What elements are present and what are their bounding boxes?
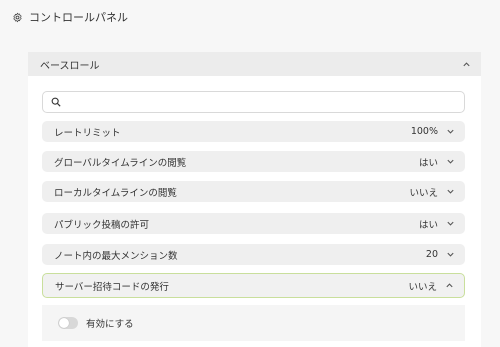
setting-label: レートリミット (54, 127, 121, 139)
setting-value: はい (418, 157, 438, 169)
toggle-knob (59, 318, 69, 328)
setting-label: サーバー招待コードの発行 (55, 281, 169, 293)
enable-toggle-row[interactable]: 有効にする (58, 316, 134, 330)
chevron-down-icon (447, 159, 454, 164)
setting-row-invite-code[interactable]: サーバー招待コードの発行 いいえ (42, 273, 465, 298)
section-header[interactable]: ベースロール (28, 52, 481, 76)
chevron-up-icon[interactable] (462, 60, 471, 69)
setting-row-local-timeline[interactable]: ローカルタイムラインの閲覧 いいえ (42, 181, 465, 202)
invite-code-options: 有効にする (42, 305, 465, 341)
setting-label: ローカルタイムラインの閲覧 (54, 187, 177, 199)
base-role-panel: ベースロール レートリミット 100% グローバルタイムラインの閲覧 はい ロー… (28, 52, 481, 347)
setting-value: はい (418, 219, 438, 231)
setting-label: グローバルタイムラインの閲覧 (54, 157, 187, 169)
setting-value: いいえ (409, 187, 438, 199)
setting-value: 20 (425, 249, 438, 260)
toggle-label: 有効にする (86, 319, 134, 330)
search-field[interactable] (42, 91, 465, 113)
chevron-down-icon (447, 189, 454, 194)
enable-toggle[interactable] (58, 317, 78, 329)
setting-row-rate-limit[interactable]: レートリミット 100% (42, 121, 465, 142)
page-title: コントロールパネル (29, 11, 128, 24)
page-header: コントロールパネル (12, 9, 128, 25)
search-icon (51, 97, 61, 107)
chevron-up-icon (446, 283, 453, 288)
setting-row-public-post[interactable]: パブリック投稿の許可 はい (42, 213, 465, 234)
setting-label: ノート内の最大メンション数 (54, 250, 178, 262)
gear-icon (13, 12, 22, 22)
section-title: ベースロール (40, 60, 100, 72)
search-input[interactable] (67, 92, 464, 112)
chevron-down-icon (447, 252, 454, 257)
chevron-down-icon (447, 129, 454, 134)
setting-value: いいえ (408, 281, 437, 293)
setting-row-global-timeline[interactable]: グローバルタイムラインの閲覧 はい (42, 151, 465, 172)
setting-label: パブリック投稿の許可 (54, 219, 150, 231)
setting-value: 100% (410, 126, 438, 137)
setting-row-max-mentions[interactable]: ノート内の最大メンション数 20 (42, 244, 465, 265)
chevron-down-icon (447, 221, 454, 226)
control-panel-page: コントロールパネル ベースロール レートリミット 100% グローバルタイムライ… (0, 0, 500, 347)
